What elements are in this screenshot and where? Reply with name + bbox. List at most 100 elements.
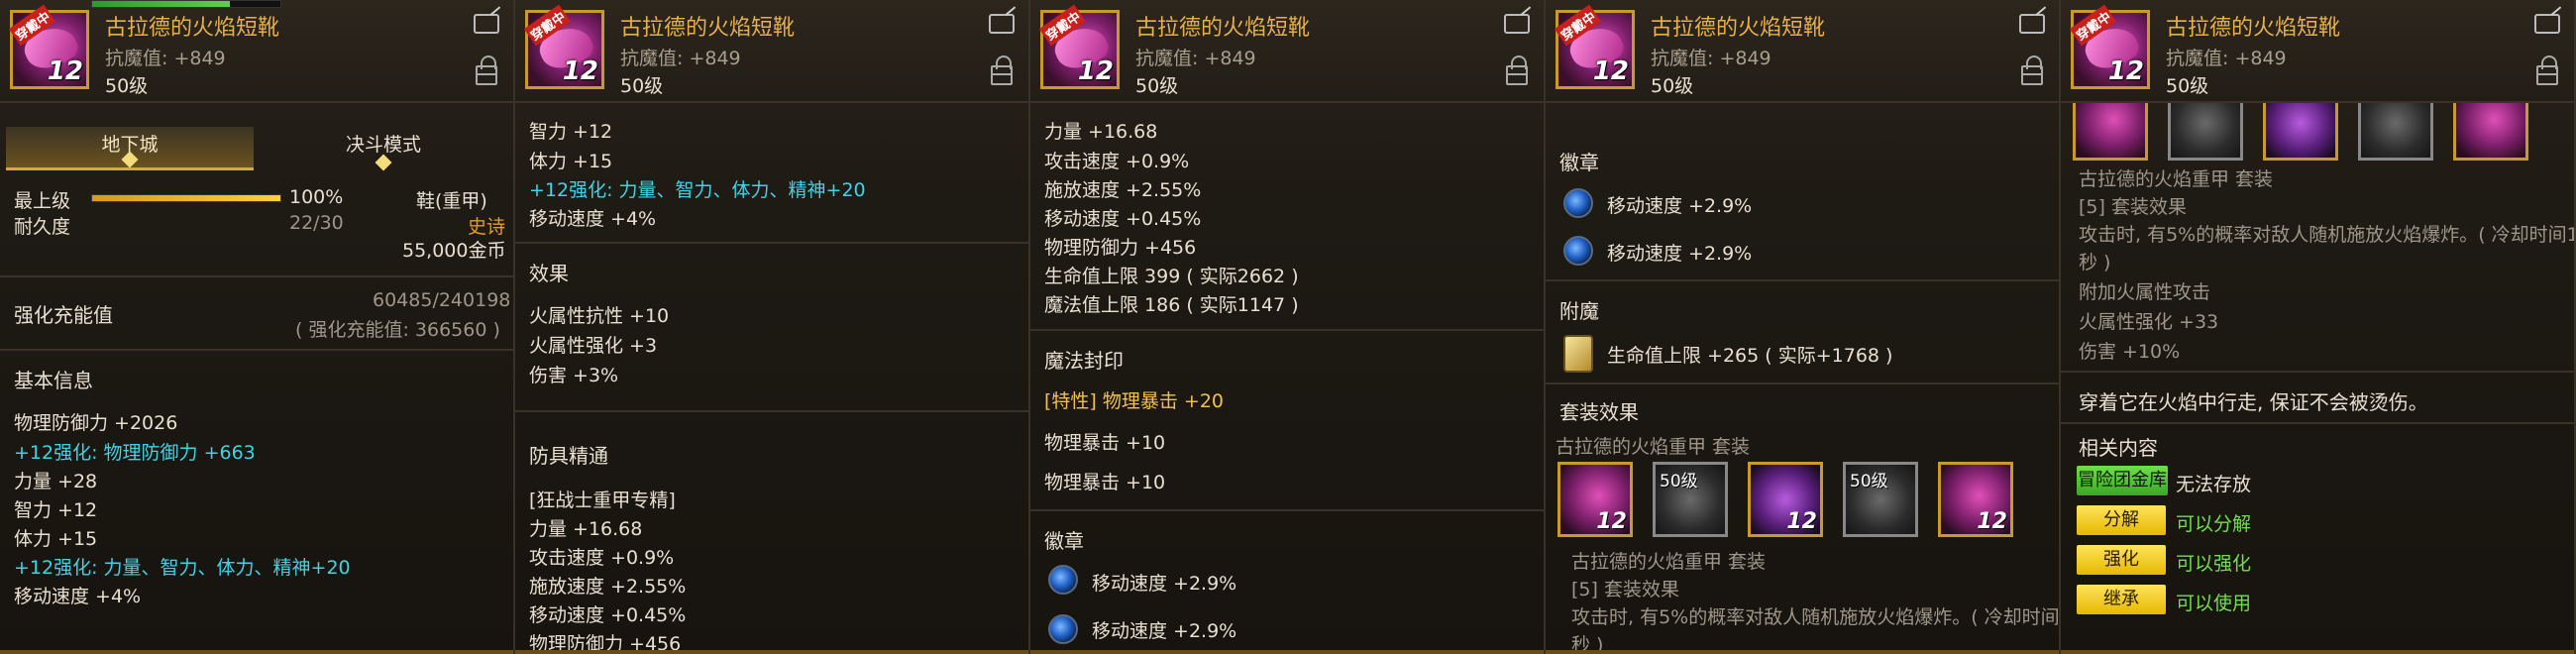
resist-value: 抗魔值: +849 <box>1651 48 1771 69</box>
durability-bar <box>91 0 281 8</box>
lock-icon[interactable] <box>991 55 1013 85</box>
tooltip-panel-1: 穿戴中 12 古拉德的火焰短靴 抗魔值: +849 50级 地下城 决斗模式 最… <box>0 0 515 654</box>
stat-line: 力量 +16.68 <box>1044 121 1158 143</box>
basic-info-title: 基本信息 <box>14 369 93 392</box>
resist-value: 抗魔值: +849 <box>105 48 226 69</box>
item-icon[interactable]: 穿戴中 12 <box>8 4 89 89</box>
seal-line: 物理暴击 +10 <box>1044 472 1166 493</box>
stat-line: 体力 +15 <box>529 151 613 172</box>
enchant-card-icon <box>1563 335 1593 373</box>
grade-bar <box>91 194 281 202</box>
set-item-icon[interactable]: 12 <box>1938 462 2013 537</box>
mastery-line: 攻击速度 +0.9% <box>529 547 675 569</box>
stat-line: 移动速度 +4% <box>14 586 142 607</box>
emblem-line: 移动速度 +2.9% <box>1092 620 1237 642</box>
item-header: 穿戴中 12 古拉德的火焰短靴 抗魔值: +849 50级 <box>1546 0 2059 103</box>
stat-line: 力量 +28 <box>14 471 98 492</box>
reinforce-badge: 12 <box>562 56 598 86</box>
stat-line: 智力 +12 <box>529 121 613 143</box>
stat-line: +12强化: 力量、智力、体力、精神+20 <box>14 557 351 579</box>
disassemble-button[interactable]: 分解 <box>2077 505 2166 535</box>
tab-pvp[interactable]: 决斗模式 <box>260 127 507 171</box>
mastery-line: 力量 +16.68 <box>529 518 643 540</box>
set-extra: 火属性强化 +33 <box>2079 311 2219 333</box>
vault-tag: 冒险团金库 <box>2077 466 2168 495</box>
set-item-icon[interactable]: 12 <box>1557 462 1633 537</box>
set-icon-level: 50级 <box>1660 472 1698 491</box>
share-icon[interactable] <box>2534 14 2560 34</box>
stat-line: 魔法值上限 186 ( 实际1147 ) <box>1044 294 1299 316</box>
set-item-icon[interactable]: 50级 <box>1843 462 1918 537</box>
reinforce-button[interactable]: 强化 <box>2077 545 2166 575</box>
item-icon[interactable]: 穿戴中 12 <box>2069 4 2150 89</box>
share-icon[interactable] <box>474 14 499 34</box>
inherit-status: 可以使用 <box>2176 593 2252 614</box>
durability-value: 22/30 <box>289 212 344 234</box>
lock-icon[interactable] <box>2536 55 2558 85</box>
durability-bar-fill <box>92 1 230 7</box>
stat-line: 移动速度 +0.45% <box>1044 208 1202 230</box>
stat-line: 生命值上限 399 ( 实际2662 ) <box>1044 266 1299 287</box>
resist-value: 抗魔值: +849 <box>2166 48 2287 69</box>
reinforce-badge: 12 <box>47 56 83 86</box>
reinforce-badge: 12 <box>1596 509 1627 534</box>
diamond-icon <box>375 154 392 171</box>
lock-icon[interactable] <box>476 55 497 85</box>
tooltip-panel-5: 穿戴中 12 古拉德的火焰短靴 抗魔值: +849 50级 古拉德的火焰重甲 套… <box>2061 0 2576 654</box>
item-header: 穿戴中 12 古拉德的火焰短靴 抗魔值: +849 50级 <box>2061 0 2574 103</box>
item-title: 古拉德的火焰短靴 <box>2166 16 2341 41</box>
set-desc: 秒 ) <box>2079 252 2111 273</box>
tooltip-panel-2: 穿戴中 12 古拉德的火焰短靴 抗魔值: +849 50级 智力 +12 体力 … <box>515 0 1030 654</box>
item-level: 50级 <box>1135 75 1179 97</box>
reinforce-badge: 12 <box>1592 56 1629 86</box>
tab-dungeon[interactable]: 地下城 <box>6 127 254 170</box>
reinforce-badge: 12 <box>1977 509 2007 534</box>
item-title: 古拉德的火焰短靴 <box>620 16 796 41</box>
item-header: 穿戴中 12 古拉德的火焰短靴 抗魔值: +849 50级 <box>0 0 513 103</box>
enchant-line: 生命值上限 +265 ( 实际+1768 ) <box>1607 345 1893 367</box>
item-icon[interactable]: 穿戴中 12 <box>1038 4 1120 89</box>
mastery-line: 施放速度 +2.55% <box>529 576 687 598</box>
set-count: [5] 套装效果 <box>2079 196 2187 218</box>
set-desc: 秒 ) <box>1571 634 1604 654</box>
resist-value: 抗魔值: +849 <box>620 48 741 69</box>
set-item-icon[interactable]: 12 <box>1748 462 1823 537</box>
share-icon[interactable] <box>989 14 1015 34</box>
item-level: 50级 <box>2166 75 2209 97</box>
divider <box>0 275 513 277</box>
share-icon[interactable] <box>2019 14 2045 34</box>
item-icon[interactable]: 穿戴中 12 <box>523 4 604 89</box>
grade-value: 100% <box>289 186 344 208</box>
inherit-button[interactable]: 继承 <box>2077 585 2166 614</box>
item-level: 50级 <box>105 75 149 97</box>
resist-value: 抗魔值: +849 <box>1135 48 1256 69</box>
divider <box>1030 509 1544 511</box>
slot-type: 鞋(重甲) <box>416 190 487 212</box>
set-extra: 伤害 +10% <box>2079 341 2181 363</box>
item-icon[interactable]: 穿戴中 12 <box>1554 4 1635 89</box>
stat-line: 物理防御力 +456 <box>1044 237 1197 259</box>
share-icon[interactable] <box>1504 14 1530 34</box>
divider <box>2061 422 2574 424</box>
seal-line: 物理暴击 +10 <box>1044 432 1166 454</box>
emblem-orb-icon <box>1563 188 1593 218</box>
item-title: 古拉德的火焰短靴 <box>105 16 280 41</box>
divider <box>2061 371 2574 373</box>
set-item-icon[interactable]: 50级 <box>1653 462 1728 537</box>
item-title: 古拉德的火焰短靴 <box>1135 16 1311 41</box>
emblem-title: 徽章 <box>1044 529 1084 553</box>
stat-line: 攻击速度 +0.9% <box>1044 151 1190 172</box>
lock-icon[interactable] <box>1506 55 1528 85</box>
divider <box>1546 382 2059 384</box>
emblem-line: 移动速度 +2.9% <box>1092 573 1237 595</box>
seal-line: [特性] 物理暴击 +20 <box>1044 390 1225 412</box>
effect-line: 伤害 +3% <box>529 365 619 386</box>
vault-status: 无法存放 <box>2176 474 2252 495</box>
set-name: 古拉德的火焰重甲 套装 <box>1571 551 1767 573</box>
disassemble-status: 可以分解 <box>2176 513 2252 535</box>
divider <box>515 242 1028 244</box>
lock-icon[interactable] <box>2021 55 2043 85</box>
item-title: 古拉德的火焰短靴 <box>1651 16 1826 41</box>
divider <box>1030 329 1544 331</box>
mastery-title: 防具精通 <box>529 444 608 468</box>
